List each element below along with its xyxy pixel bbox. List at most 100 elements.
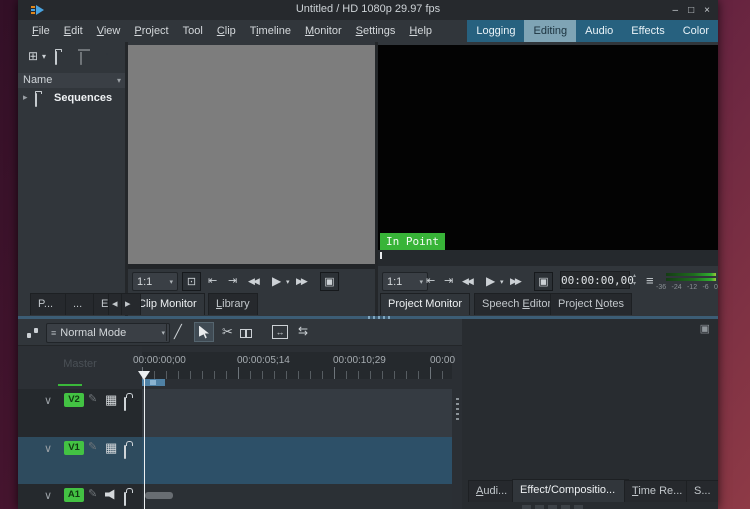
mix-clips-icon[interactable]: ╱ xyxy=(174,325,182,338)
track-header-a1[interactable]: ∨ A1 ✎ xyxy=(18,484,142,509)
play-icon[interactable]: ▶ xyxy=(486,275,495,287)
chevron-down-icon[interactable]: ∨ xyxy=(44,442,52,455)
track-effects-icon[interactable]: ✎ xyxy=(88,442,97,453)
track-header-v1[interactable]: ∨ V1 ✎ ▦ xyxy=(18,437,142,484)
timecode-spin-up-icon[interactable]: ▴ xyxy=(633,273,636,279)
tab-speech-editor[interactable]: Speech Editor xyxy=(474,293,559,315)
titlebar[interactable]: Untitled / HD 1080p 29.97 fps – □ × xyxy=(18,0,718,20)
tab-editing[interactable]: Editing xyxy=(524,20,576,42)
track-badge-a1[interactable]: A1 xyxy=(64,488,84,502)
video-track-icon[interactable]: ▦ xyxy=(105,441,117,454)
ruler-playhead-tick[interactable] xyxy=(380,252,382,259)
track-effects-icon[interactable]: ✎ xyxy=(88,394,97,405)
track-effects-icon[interactable]: ✎ xyxy=(88,489,97,500)
forward-icon[interactable]: ▶▶ xyxy=(296,277,306,286)
track-header-v2[interactable]: ∨ V2 ✎ ▦ xyxy=(18,389,142,437)
tab-project-notes[interactable]: Project Notes xyxy=(550,293,632,315)
rewind-icon[interactable]: ◀◀ xyxy=(462,277,472,286)
menu-help[interactable]: Help xyxy=(409,25,432,37)
clip-monitor-ruler[interactable] xyxy=(128,264,375,269)
lock-icon[interactable] xyxy=(124,492,126,506)
video-track-icon[interactable]: ▦ xyxy=(105,393,117,406)
go-to-out-icon[interactable]: ⇥ xyxy=(444,276,453,287)
project-monitor-video[interactable]: In Point xyxy=(378,45,718,250)
track-badge-v2[interactable]: V2 xyxy=(64,393,84,407)
play-caret-icon[interactable]: ▾ xyxy=(500,279,504,286)
tab-clip-monitor[interactable]: Clip Monitor xyxy=(130,293,205,315)
timecode-display[interactable]: 00:00:00,00 xyxy=(560,271,630,289)
branch-expand-icon[interactable]: ▸ xyxy=(23,93,28,102)
clipped-button[interactable] xyxy=(548,505,557,509)
maximize-button[interactable]: □ xyxy=(688,5,694,16)
add-clip-caret-icon[interactable]: ▾ xyxy=(42,53,46,61)
master-button[interactable]: Master xyxy=(18,358,142,370)
add-clip-icon[interactable]: ⊞ xyxy=(28,50,38,62)
menu-project[interactable]: Project xyxy=(134,25,168,37)
forward-icon[interactable]: ▶▶ xyxy=(510,277,520,286)
track-content-v2[interactable] xyxy=(142,389,452,437)
tab-time-remap-clipped[interactable]: Time Re... xyxy=(624,480,693,502)
chevron-down-icon[interactable]: ∨ xyxy=(44,394,52,407)
rewind-icon[interactable]: ◀◀ xyxy=(248,277,258,286)
tab-logging[interactable]: Logging xyxy=(467,20,524,42)
tab-s-clipped[interactable]: S... xyxy=(686,480,718,502)
zone-handle[interactable] xyxy=(150,380,156,385)
menu-clip[interactable]: Clip xyxy=(217,25,236,37)
menu-edit[interactable]: Edit xyxy=(64,25,83,37)
zone-frame-button[interactable]: ⊡ xyxy=(182,272,201,291)
go-to-out-icon[interactable]: ⇥ xyxy=(228,276,237,287)
clipped-button[interactable] xyxy=(561,505,570,509)
bin-tree-row-sequences[interactable]: ▸ Sequences xyxy=(18,90,125,106)
clip-monitor-video[interactable] xyxy=(128,45,375,264)
tab-color[interactable]: Color xyxy=(674,20,718,42)
tab-effect-compositions[interactable]: Effect/Compositio... xyxy=(512,479,629,502)
track-badge-v1[interactable]: V1 xyxy=(64,441,84,455)
tab-scroll-right-button[interactable]: ▸ xyxy=(121,293,141,315)
go-to-in-icon[interactable]: ⇤ xyxy=(426,276,435,287)
tab-effects[interactable]: Effects xyxy=(622,20,673,42)
menu-settings[interactable]: Settings xyxy=(356,25,396,37)
clipped-button[interactable] xyxy=(535,505,544,509)
timeline-hscrollbar[interactable] xyxy=(145,492,173,499)
audio-track-icon[interactable] xyxy=(105,489,118,500)
bin-column-header[interactable]: Name ▾ xyxy=(18,73,125,88)
timecode-spin-down-icon[interactable]: ▾ xyxy=(633,281,636,287)
track-content-a1[interactable] xyxy=(142,484,452,509)
clip-zoom-select[interactable]: 1:1 ▾ xyxy=(132,272,178,291)
chevron-down-icon[interactable]: ∨ xyxy=(44,489,52,502)
menu-timeline[interactable]: Timeline xyxy=(250,25,291,37)
go-to-in-icon[interactable]: ⇤ xyxy=(208,276,217,287)
splitter-grip[interactable] xyxy=(456,398,459,420)
create-folder-icon[interactable] xyxy=(55,51,57,65)
edit-mode-select[interactable]: ≡ Normal Mode ▾ xyxy=(46,323,170,343)
slip-tool-icon[interactable]: ⇆ xyxy=(298,325,308,337)
fit-zoom-button[interactable]: ↔ xyxy=(272,325,288,339)
tab-project-monitor[interactable]: Project Monitor xyxy=(380,293,470,315)
razor-tool-icon[interactable]: ✂ xyxy=(222,325,233,338)
play-caret-icon[interactable]: ▾ xyxy=(286,279,290,286)
pin-icon[interactable]: ▣ xyxy=(700,324,710,335)
tab-library[interactable]: Library xyxy=(208,293,258,315)
timeline-ruler[interactable]: 00:00:00;00 00:00:05;14 00:00:10;29 00:0… xyxy=(142,352,452,379)
timeline-zone-bar[interactable] xyxy=(142,379,165,386)
minimize-button[interactable]: – xyxy=(673,5,679,16)
menu-file[interactable]: File xyxy=(32,25,50,37)
delete-icon[interactable] xyxy=(80,52,82,65)
column-caret-icon[interactable]: ▾ xyxy=(117,77,121,85)
play-icon[interactable]: ▶ xyxy=(272,275,281,287)
select-tool-button[interactable] xyxy=(194,322,214,342)
zone-crop-button[interactable]: ▣ xyxy=(534,272,553,291)
tab-audio[interactable]: Audio xyxy=(576,20,622,42)
clipped-button[interactable] xyxy=(522,505,531,509)
project-monitor-ruler[interactable] xyxy=(378,250,718,266)
project-zoom-select[interactable]: 1:1 ▾ xyxy=(382,272,428,291)
lock-icon[interactable] xyxy=(124,445,126,459)
clipped-button[interactable] xyxy=(574,505,583,509)
menu-view[interactable]: View xyxy=(97,25,121,37)
zone-crop-button[interactable]: ▣ xyxy=(320,272,339,291)
track-content-v1[interactable] xyxy=(142,437,452,484)
menu-monitor[interactable]: Monitor xyxy=(305,25,342,37)
monitor-menu-icon[interactable]: ≡ xyxy=(646,274,654,287)
lock-icon[interactable] xyxy=(124,397,126,411)
menu-tool[interactable]: Tool xyxy=(183,25,203,37)
